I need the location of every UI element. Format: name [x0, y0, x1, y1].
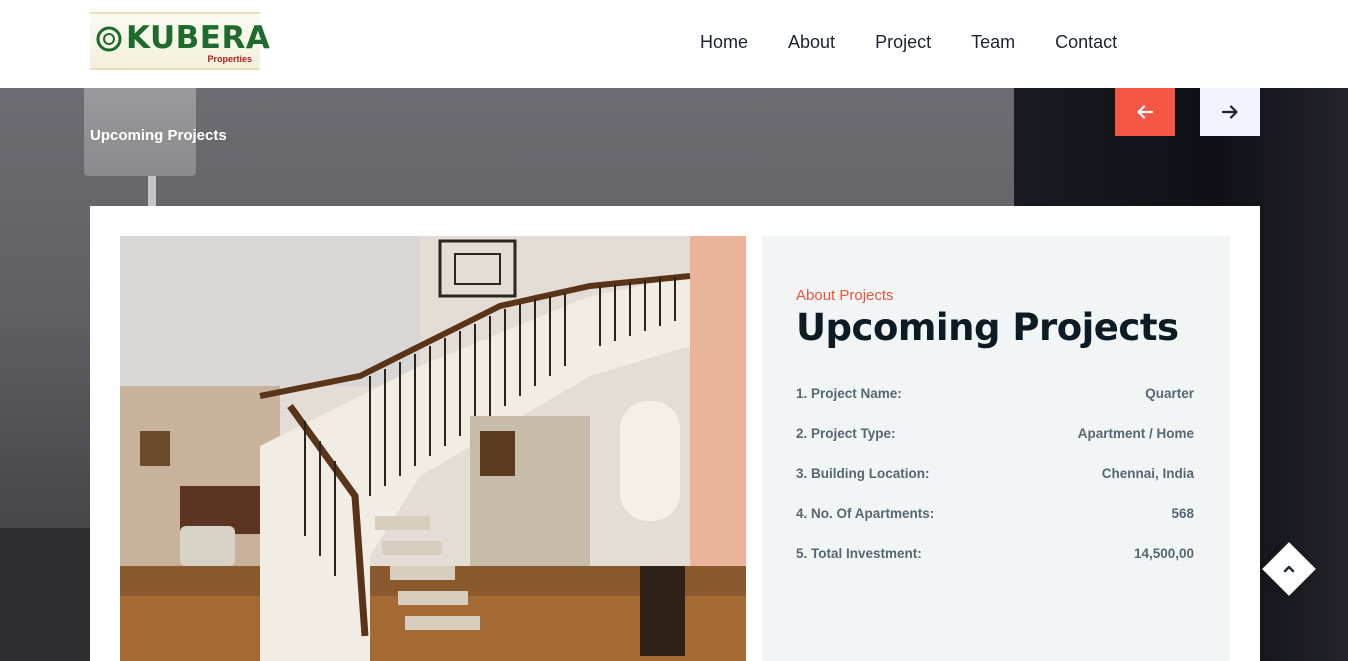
arrow-left-icon: [1137, 105, 1153, 119]
kubera-logo[interactable]: KUBERA Properties: [90, 12, 270, 70]
site-header: KUBERA Properties Home About Project Tea…: [0, 0, 1348, 88]
chevron-up-icon: [1283, 565, 1295, 573]
spec-value: Chennai, India: [1101, 466, 1194, 481]
spec-value: Quarter: [1145, 386, 1194, 401]
slider-prev-button[interactable]: [1115, 88, 1175, 136]
spec-value: 14,500,00: [1133, 546, 1194, 561]
nav-about[interactable]: About: [788, 30, 835, 54]
logo-emblem-icon: [96, 26, 122, 52]
project-title: Upcoming Projects: [796, 306, 1179, 349]
section-eyebrow: About Projects: [796, 287, 894, 304]
nav-contact[interactable]: Contact: [1055, 30, 1117, 54]
spec-row: 3. Building Location: Chennai, India: [796, 466, 1194, 506]
spec-row: 4. No. Of Apartments: 568: [796, 506, 1194, 546]
spec-row: 5. Total Investment: 14,500,00: [796, 546, 1194, 586]
project-info-panel: About Projects Upcoming Projects 1. Proj…: [762, 236, 1230, 661]
spec-label: 5. Total Investment:: [796, 546, 922, 561]
spec-label: 4. No. Of Apartments:: [796, 506, 935, 521]
slider-next-button[interactable]: [1200, 88, 1260, 136]
main-nav: Home About Project Team Contact: [700, 30, 1157, 54]
logo-subtitle: Properties: [207, 54, 252, 64]
logo-wordmark: KUBERA: [126, 20, 271, 56]
arrow-right-icon: [1222, 105, 1238, 119]
spec-row: 2. Project Type: Apartment / Home: [796, 426, 1194, 466]
project-card: About Projects Upcoming Projects 1. Proj…: [90, 206, 1260, 661]
project-photo: [120, 236, 746, 661]
spec-label: 3. Building Location:: [796, 466, 930, 481]
nav-home[interactable]: Home: [700, 30, 748, 54]
staircase-interior-image: [120, 236, 746, 661]
project-spec-list: 1. Project Name: Quarter 2. Project Type…: [796, 386, 1194, 586]
spec-value: 568: [1171, 506, 1194, 521]
spec-value: Apartment / Home: [1077, 426, 1194, 441]
nav-team[interactable]: Team: [971, 30, 1015, 54]
spec-label: 2. Project Type:: [796, 426, 896, 441]
spec-label: 1. Project Name:: [796, 386, 902, 401]
hero-title: Upcoming Projects: [90, 127, 227, 144]
nav-project[interactable]: Project: [875, 30, 931, 54]
spec-row: 1. Project Name: Quarter: [796, 386, 1194, 426]
lamp-pole: [148, 176, 156, 206]
